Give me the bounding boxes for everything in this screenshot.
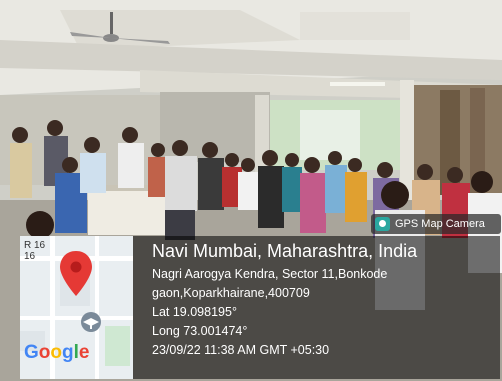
google-logo: Google <box>24 342 90 363</box>
datetime: 23/09/22 11:38 AM GMT +05:30 <box>152 343 330 357</box>
geotagged-photo: GPS Map Camera R 16 16 Google Navi Mumba… <box>0 0 502 381</box>
address-line-1: Nagri Aarogya Kendra, Sector 11,Bonkode <box>152 267 388 281</box>
address-line-2: gaon,Koparkhairane,400709 <box>152 286 310 300</box>
longitude: Long 73.001474° <box>152 324 248 338</box>
location-info: Navi Mumbai, Maharashtra, India Nagri Aa… <box>152 240 497 360</box>
map-road-label: R 16 16 <box>24 240 46 262</box>
graduation-cap-icon <box>81 312 101 332</box>
latitude: Lat 19.098195° <box>152 305 237 319</box>
gps-badge-label: GPS Map Camera <box>395 218 485 230</box>
location-title: Navi Mumbai, Maharashtra, India <box>152 241 418 261</box>
camera-icon <box>375 217 390 231</box>
gps-map-camera-badge: GPS Map Camera <box>371 214 501 234</box>
mini-map: R 16 16 Google <box>20 236 133 379</box>
